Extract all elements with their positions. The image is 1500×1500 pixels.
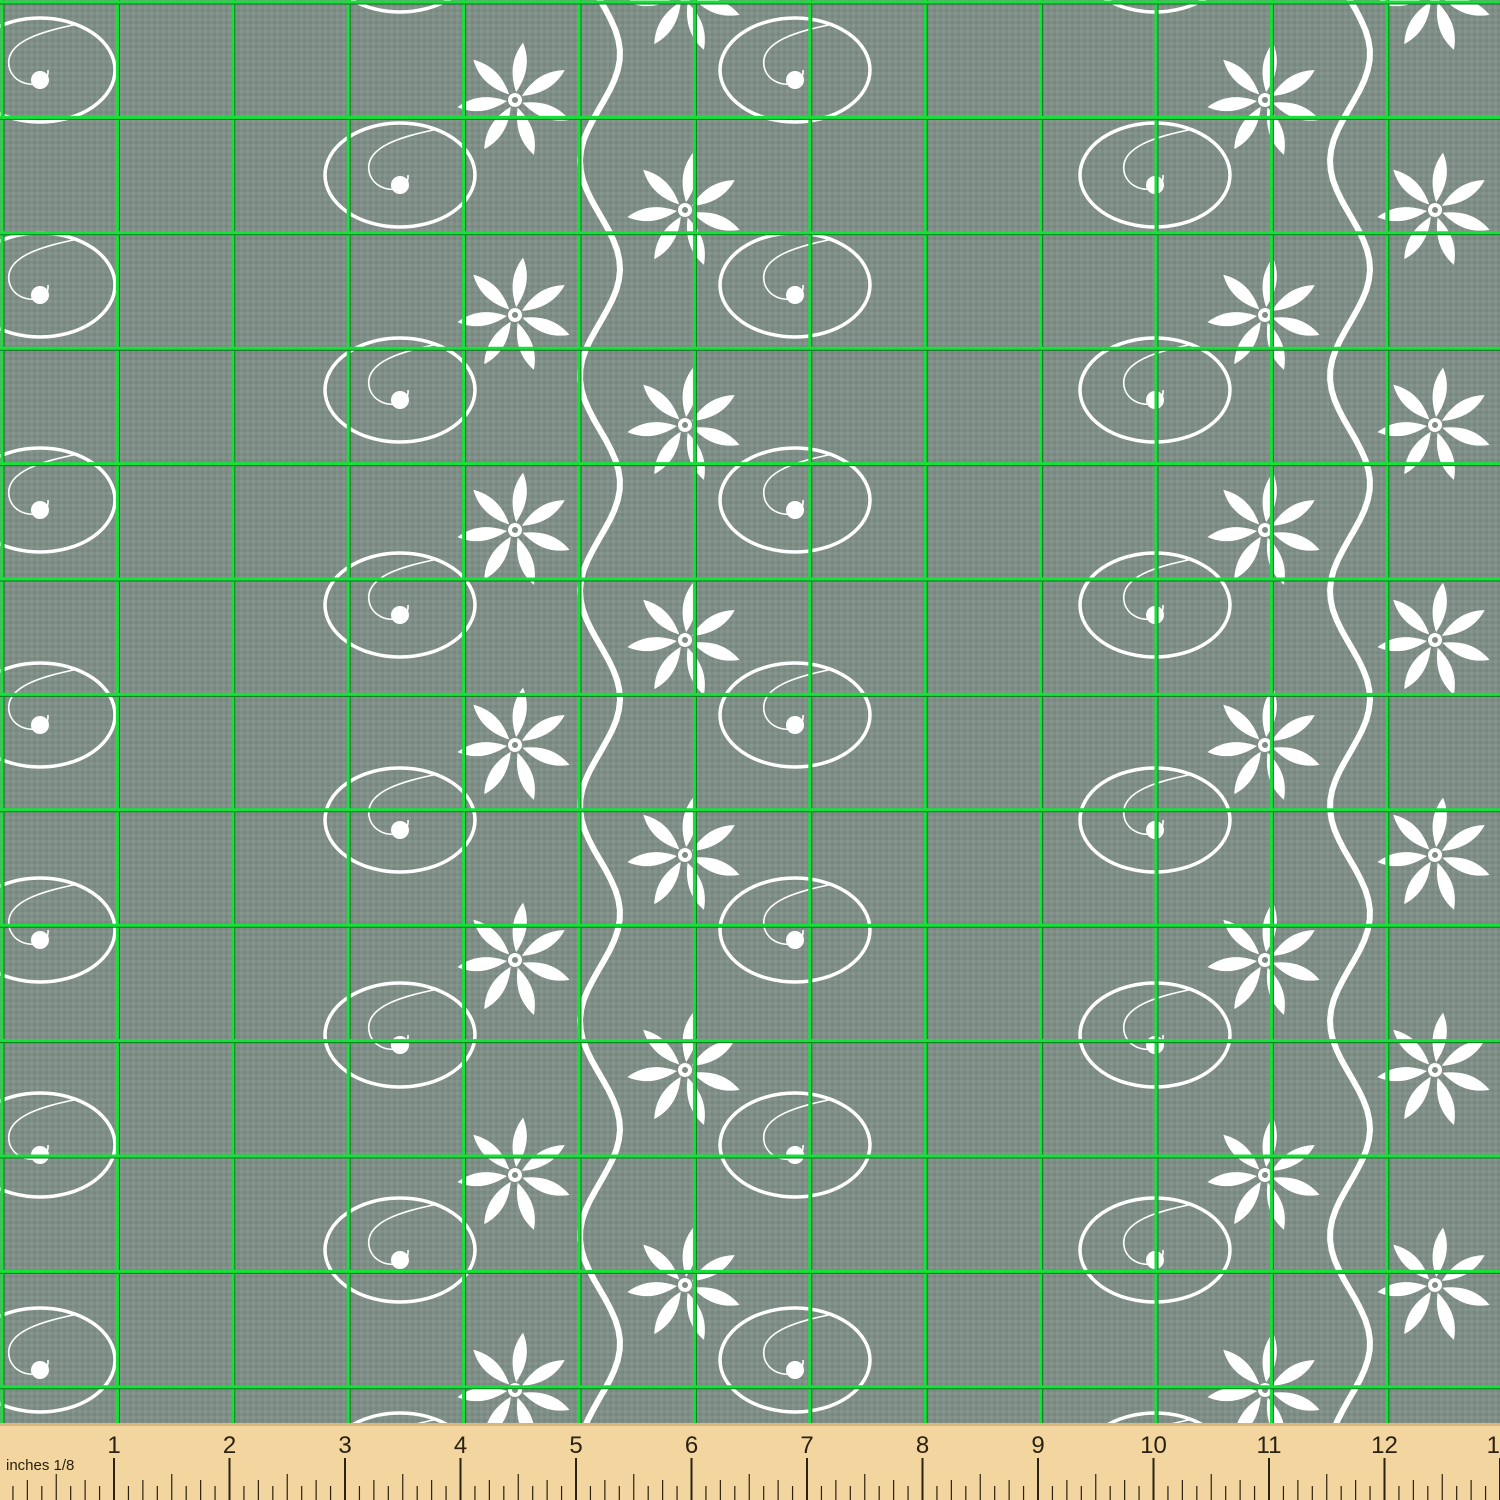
ruler-number: 3	[338, 1432, 351, 1459]
ruler-number: 7	[800, 1432, 813, 1459]
ruler-number: 8	[916, 1432, 929, 1459]
ruler: 12345678910111213 inches 1/8	[0, 1423, 1500, 1500]
ruler-number: 5	[569, 1432, 582, 1459]
ruler-number: 1	[107, 1432, 120, 1459]
fabric-swatch: 12345678910111213 inches 1/8	[0, 0, 1500, 1500]
ruler-number: 2	[223, 1432, 236, 1459]
fabric-pattern-canvas: 12345678910111213 inches 1/8	[0, 0, 1500, 1500]
ruler-number: 6	[685, 1432, 698, 1459]
ruler-edge	[0, 1423, 1500, 1426]
ruler-number: 11	[1257, 1432, 1282, 1459]
ruler-number: 12	[1371, 1432, 1398, 1459]
ruler-number: 9	[1031, 1432, 1044, 1459]
ruler-unit-label: inches 1/8	[6, 1457, 74, 1474]
ruler-number: 10	[1140, 1432, 1167, 1459]
ruler-number: 13	[1487, 1432, 1500, 1459]
ruler-number: 4	[454, 1432, 467, 1459]
